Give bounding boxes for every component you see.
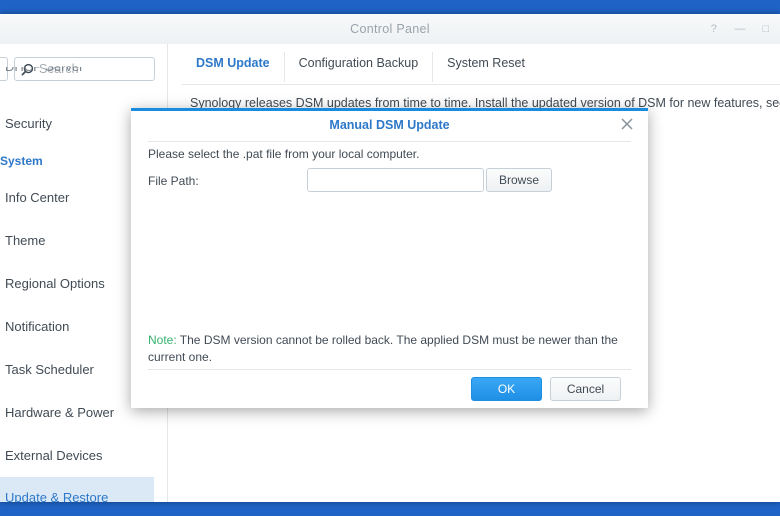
note-label: Note: [148, 333, 177, 347]
cancel-button[interactable]: Cancel [550, 377, 621, 401]
note-text: The DSM version cannot be rolled back. T… [148, 333, 618, 364]
file-path-label: File Path: [148, 174, 199, 188]
tab-configuration-backup[interactable]: Configuration Backup [285, 52, 434, 82]
browse-button[interactable]: Browse [486, 168, 552, 192]
dialog-divider-top [148, 141, 631, 142]
dialog-note: Note: The DSM version cannot be rolled b… [148, 332, 634, 366]
sidebar-section-system: System [0, 154, 43, 168]
dialog-divider-bottom [148, 369, 631, 370]
file-path-input[interactable] [307, 168, 484, 192]
close-icon[interactable] [620, 117, 634, 131]
window-controls: ? — □ [708, 14, 772, 44]
dialog-instruction: Please select the .pat file from your lo… [148, 147, 420, 161]
sidebar-item-external-devices[interactable]: External Devices [0, 437, 154, 475]
window-title: Control Panel [350, 22, 430, 36]
window-titlebar[interactable]: Control Panel ? — □ [0, 14, 780, 44]
dialog-title: Manual DSM Update [329, 118, 450, 132]
sidebar-item-update-restore[interactable]: Update & Restore [0, 477, 154, 502]
tab-system-reset[interactable]: System Reset [433, 52, 539, 82]
tab-bar: DSM Update Configuration Backup System R… [182, 52, 539, 84]
tab-divider [182, 84, 780, 85]
tab-dsm-update[interactable]: DSM Update [182, 52, 285, 84]
help-icon[interactable]: ? [708, 14, 720, 44]
ok-button[interactable]: OK [471, 377, 542, 401]
minimize-icon[interactable]: — [734, 14, 746, 44]
manual-dsm-update-dialog: Manual DSM Update Please select the .pat… [131, 108, 648, 408]
dialog-title-bar[interactable]: Manual DSM Update [131, 111, 648, 141]
maximize-icon[interactable]: □ [760, 14, 772, 44]
